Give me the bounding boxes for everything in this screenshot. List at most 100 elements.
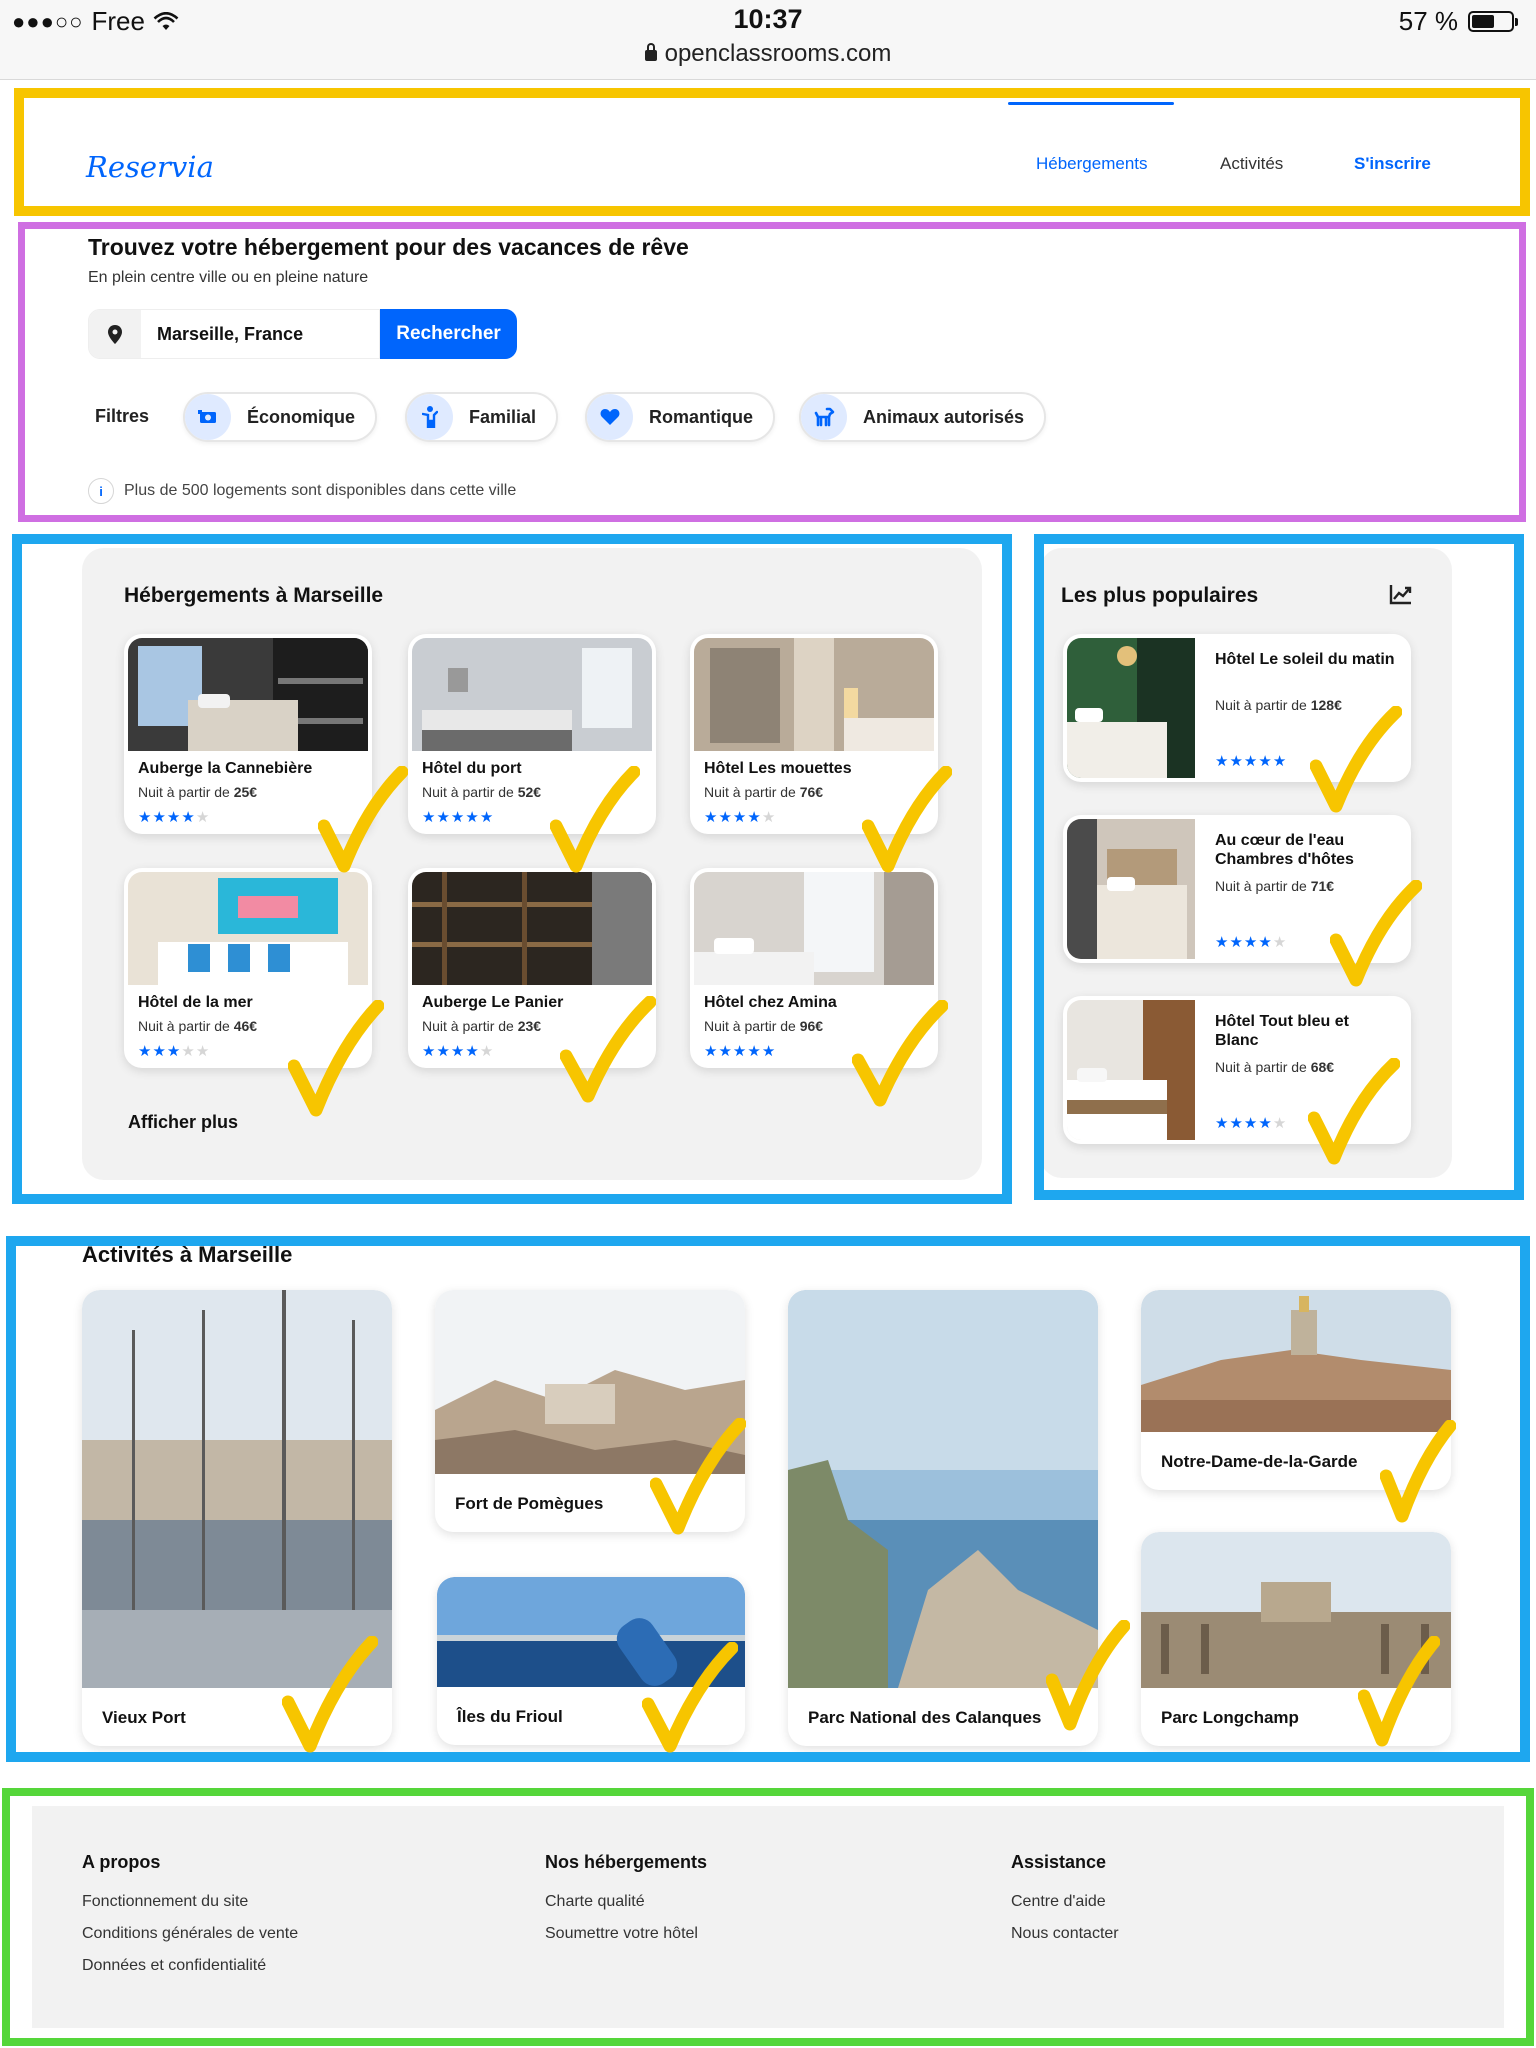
annotation-frame-search xyxy=(18,222,1526,522)
show-more-link[interactable]: Afficher plus xyxy=(128,1112,238,1133)
battery-icon xyxy=(1468,11,1518,32)
filters-label: Filtres xyxy=(95,406,150,426)
activity-photo xyxy=(1141,1532,1451,1688)
star-filled-icon: ★ xyxy=(704,809,718,826)
footer-link[interactable]: Soumettre votre hôtel xyxy=(545,1925,707,1943)
activity-name: Fort de Pomègues xyxy=(455,1494,604,1513)
accommodation-card[interactable]: Auberge la Cannebière Nuit à partir de 2… xyxy=(124,634,372,834)
activities-title: Activités à Marseille xyxy=(82,1242,293,1267)
activity-name: Îles du Frioul xyxy=(457,1707,563,1726)
footer-col-assistance: Assistance Centre d'aide Nous contacter xyxy=(1011,1852,1119,1957)
star-filled-icon: ★ xyxy=(450,809,465,826)
star-filled-icon: ★ xyxy=(1229,753,1243,770)
star-filled-icon: ★ xyxy=(761,1043,776,1060)
filter-familial[interactable]: Familial xyxy=(405,392,559,442)
star-filled-icon: ★ xyxy=(1243,753,1258,770)
footer-link[interactable]: Conditions générales de vente xyxy=(82,1925,298,1943)
accommodation-price: Nuit à partir de 76€ xyxy=(704,784,824,800)
star-filled-icon: ★ xyxy=(152,1043,166,1060)
star-filled-icon: ★ xyxy=(1243,934,1258,951)
location-field[interactable] xyxy=(88,309,380,359)
activity-card[interactable]: Parc Longchamp xyxy=(1141,1532,1451,1746)
nav-link-hebergements[interactable]: Hébergements xyxy=(1036,154,1148,174)
footer-link[interactable]: Charte qualité xyxy=(545,1893,707,1911)
accommodation-name: Hôtel chez Amina xyxy=(704,994,837,1011)
accommodation-price: Nuit à partir de 46€ xyxy=(138,1018,258,1034)
accommodation-photo xyxy=(128,638,368,751)
star-filled-icon: ★ xyxy=(450,1043,465,1060)
accommodation-name: Auberge Le Panier xyxy=(422,994,564,1011)
popular-card[interactable]: Au cœur de l'eau Chambres d'hôtes Nuit à… xyxy=(1063,815,1411,963)
accommodation-card[interactable]: Hôtel chez Amina Nuit à partir de 96€ ★ ★… xyxy=(690,868,938,1068)
star-filled-icon: ★ xyxy=(465,809,479,826)
search-button[interactable]: Rechercher xyxy=(380,309,517,359)
nav-link-activites[interactable]: Activités xyxy=(1220,154,1283,174)
star-empty-icon: ★ xyxy=(761,809,776,826)
star-filled-icon: ★ xyxy=(704,1043,718,1060)
nav-link-signup[interactable]: S'inscrire xyxy=(1354,154,1431,174)
star-filled-icon: ★ xyxy=(1258,753,1272,770)
accommodation-card[interactable]: Hôtel de la mer Nuit à partir de 46€ ★ ★ ★… xyxy=(124,868,372,1068)
hero-subtitle: En plein centre ville ou en pleine natur… xyxy=(88,269,369,286)
star-filled-icon: ★ xyxy=(747,1043,761,1060)
activity-card[interactable]: Îles du Frioul xyxy=(437,1577,745,1745)
accommodations-title: Hébergements à Marseille xyxy=(124,584,384,607)
star-filled-icon: ★ xyxy=(422,1043,436,1060)
activity-name: Parc National des Calanques xyxy=(808,1708,1042,1727)
search-input[interactable] xyxy=(141,323,371,345)
clock: 10:37 xyxy=(733,4,803,34)
footer-col-title: Assistance xyxy=(1011,1852,1107,1872)
footer-col-title: Nos hébergements xyxy=(545,1852,708,1872)
filter-label: Romantique xyxy=(649,406,754,427)
accommodation-name: Auberge la Cannebière xyxy=(138,760,313,777)
accommodation-card[interactable]: Hôtel du port Nuit à partir de 52€ ★ ★ ★ ★ ★ xyxy=(408,634,656,834)
popular-card[interactable]: Hôtel Le soleil du matin Nuit à partir d… xyxy=(1063,634,1411,782)
logo[interactable]: Reservia xyxy=(86,150,214,184)
accommodation-card[interactable]: Hôtel Les mouettes Nuit à partir de 76€ … xyxy=(690,634,938,834)
filter-economique[interactable]: Économique xyxy=(183,392,378,442)
star-filled-icon: ★ xyxy=(422,809,436,826)
footer-link[interactable]: Nous contacter xyxy=(1011,1925,1119,1943)
activity-card[interactable]: Vieux Port xyxy=(82,1290,392,1746)
popular-name: Hôtel Tout bleu et Blanc xyxy=(1215,1013,1349,1049)
footer-link[interactable]: Données et confidentialité xyxy=(82,1957,298,1975)
star-filled-icon: ★ xyxy=(1215,934,1229,951)
popular-title: Les plus populaires xyxy=(1061,584,1259,607)
star-empty-icon: ★ xyxy=(195,1043,210,1060)
rating-stars: ★ ★ ★ ★ ★ xyxy=(704,1044,775,1059)
activity-photo xyxy=(82,1290,392,1688)
star-filled-icon: ★ xyxy=(1229,1115,1243,1132)
filter-romantique[interactable]: Romantique xyxy=(585,392,776,442)
accommodation-card[interactable]: Auberge Le Panier Nuit à partir de 23€ ★… xyxy=(408,868,656,1068)
footer-link[interactable]: Centre d'aide xyxy=(1011,1893,1119,1911)
rating-stars: ★ ★ ★ ★ ★ xyxy=(422,810,493,825)
trending-icon xyxy=(1389,585,1412,605)
popular-name: Hôtel Le soleil du matin xyxy=(1215,651,1395,668)
activity-card[interactable]: Fort de Pomègues xyxy=(435,1290,745,1532)
activity-name: Parc Longchamp xyxy=(1161,1708,1299,1727)
search-bar: Rechercher xyxy=(88,309,517,359)
star-filled-icon: ★ xyxy=(1215,753,1229,770)
rating-stars: ★ ★ ★ ★ ★ xyxy=(1215,754,1286,769)
star-filled-icon: ★ xyxy=(138,809,152,826)
accommodation-photo xyxy=(128,872,368,985)
money-icon xyxy=(185,394,231,440)
filter-animaux[interactable]: Animaux autorisés xyxy=(799,392,1047,442)
accommodation-price: Nuit à partir de 52€ xyxy=(422,784,542,800)
activity-card[interactable]: Parc National des Calanques xyxy=(788,1290,1098,1746)
star-filled-icon: ★ xyxy=(1258,1115,1272,1132)
footer-link[interactable]: Fonctionnement du site xyxy=(82,1893,298,1911)
star-filled-icon: ★ xyxy=(1229,934,1243,951)
popular-card[interactable]: Hôtel Tout bleu et Blanc Nuit à partir d… xyxy=(1063,996,1411,1144)
lock-icon xyxy=(644,43,657,61)
address-bar[interactable]: openclassrooms.com xyxy=(0,40,1536,68)
star-filled-icon: ★ xyxy=(732,809,747,826)
activity-card[interactable]: Notre-Dame-de-la-Garde xyxy=(1141,1290,1451,1490)
url-text: openclassrooms.com xyxy=(664,40,892,67)
star-filled-icon: ★ xyxy=(718,1043,732,1060)
star-filled-icon: ★ xyxy=(181,809,195,826)
battery-percent: 57 % xyxy=(1398,6,1458,36)
star-filled-icon: ★ xyxy=(479,809,494,826)
star-filled-icon: ★ xyxy=(1258,934,1272,951)
rating-stars: ★ ★ ★ ★ ★ xyxy=(422,1044,493,1059)
